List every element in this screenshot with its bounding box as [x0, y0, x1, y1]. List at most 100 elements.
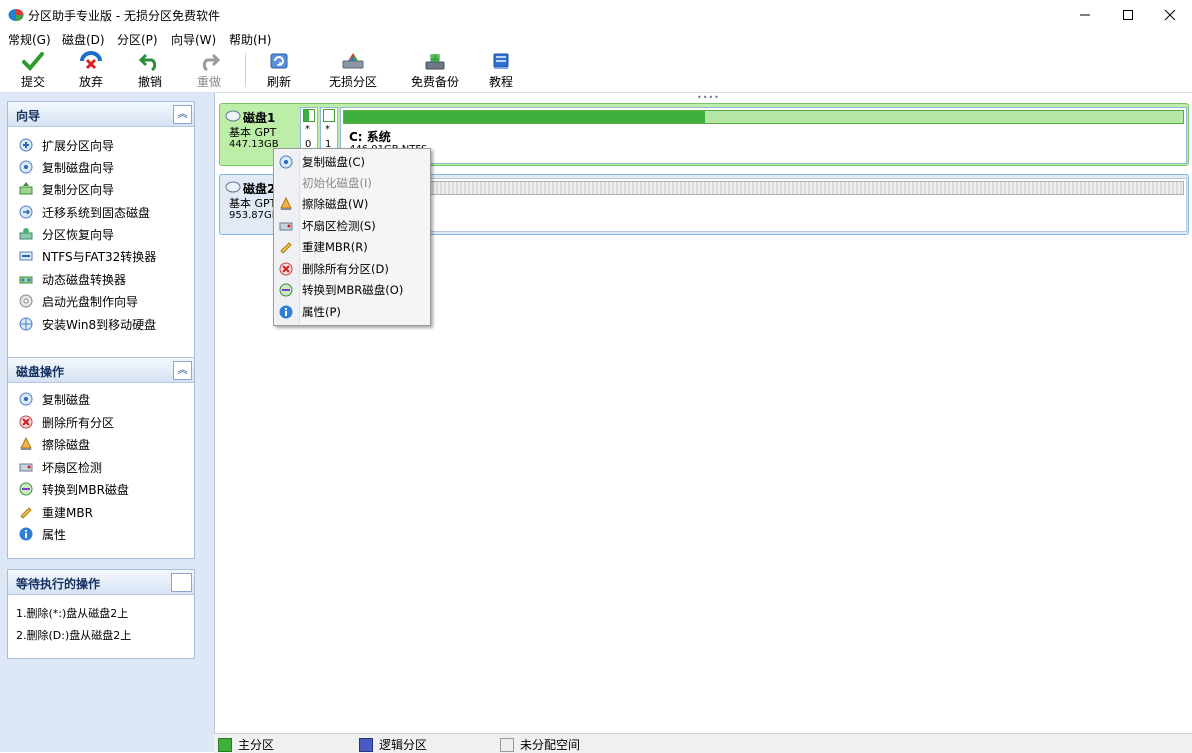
disk2-type: 基本 GPT	[229, 195, 276, 211]
splitter-handle[interactable]: ••••	[697, 93, 720, 102]
minimize-button[interactable]	[1062, 0, 1108, 30]
ctx-properties[interactable]: 属性(P)	[275, 301, 427, 322]
submit-button[interactable]: 提交	[18, 50, 48, 90]
refresh-label: 刷新	[267, 73, 291, 90]
wizard-item-migrate-os[interactable]: 迁移系统到固态磁盘	[18, 202, 150, 222]
disk-op-delete-all[interactable]: 删除所有分区	[18, 412, 114, 432]
primary-swatch	[218, 738, 232, 752]
wizard-item-boot-cd[interactable]: 启动光盘制作向导	[18, 291, 138, 311]
window-title: 分区助手专业版 - 无损分区免费软件	[28, 7, 220, 24]
disk-op-bad-sector[interactable]: 坏扇区检测	[18, 457, 102, 477]
disk-ops-collapse-button[interactable]: ︽	[173, 361, 192, 380]
disk-ops-panel-title: 磁盘操作	[16, 363, 64, 380]
menu-general[interactable]: 常规(G)	[8, 31, 51, 48]
menu-partition[interactable]: 分区(P)	[117, 31, 158, 48]
copy-disk-icon	[18, 159, 34, 175]
close-button[interactable]	[1147, 0, 1192, 30]
wizard-item-partition-recovery[interactable]: 分区恢复向导	[18, 224, 114, 244]
convert-mbr-icon	[278, 282, 294, 298]
menu-disk[interactable]: 磁盘(D)	[62, 31, 105, 48]
disk2-unallocated-area[interactable]	[300, 178, 1187, 232]
info-icon	[18, 526, 34, 542]
wizard-panel-title: 向导	[16, 107, 40, 124]
ctx-delete-all[interactable]: 删除所有分区(D)	[275, 258, 427, 279]
refresh-icon	[267, 50, 291, 71]
partition-usage-bar	[323, 109, 335, 122]
wizard-item-label: 安装Win8到移动硬盘	[42, 316, 156, 333]
wizard-item-copy-partition[interactable]: 复制分区向导	[18, 179, 114, 199]
legend-primary-label: 主分区	[238, 736, 274, 753]
disk-op-convert-mbr[interactable]: 转换到MBR磁盘	[18, 479, 129, 499]
partition-letter: *	[325, 124, 330, 135]
wizard-item-label: 扩展分区向导	[42, 137, 114, 154]
redo-button[interactable]: 重做	[194, 50, 224, 90]
wipe-disk-icon	[278, 196, 294, 212]
delete-all-partitions-icon	[278, 261, 294, 277]
discard-label: 放弃	[79, 73, 103, 90]
app-logo-icon	[8, 8, 24, 22]
disk-op-copy-disk[interactable]: 复制磁盘	[18, 389, 90, 409]
wizard-item-extend-partition[interactable]: 扩展分区向导	[18, 135, 114, 155]
legend-unallocated: 未分配空间	[500, 736, 580, 753]
disk1-type: 基本 GPT	[229, 124, 276, 140]
wizard-item-ntfs-fat32[interactable]: NTFS与FAT32转换器	[18, 246, 156, 266]
ctx-copy-disk[interactable]: 复制磁盘(C)	[275, 151, 427, 172]
partition-c-usage-bar	[343, 110, 1184, 124]
rebuild-mbr-icon	[18, 504, 34, 520]
tutorial-button[interactable]: 教程	[486, 50, 516, 90]
copy-disk-icon	[278, 154, 294, 170]
free-backup-button[interactable]: 免费备份	[409, 50, 461, 90]
check-icon	[21, 50, 45, 71]
ctx-item-label: 坏扇区检测(S)	[302, 218, 376, 234]
ctx-item-label: 复制磁盘(C)	[302, 154, 365, 170]
wizard-item-win8-to-go[interactable]: 安装Win8到移动硬盘	[18, 314, 156, 334]
undo-button[interactable]: 撤销	[135, 50, 165, 90]
refresh-button[interactable]: 刷新	[264, 50, 294, 90]
wizard-collapse-button[interactable]: ︽	[173, 105, 192, 124]
ctx-bad-sector[interactable]: 坏扇区检测(S)	[275, 215, 427, 236]
free-backup-label: 免费备份	[411, 73, 459, 90]
submit-label: 提交	[21, 73, 45, 90]
disk-ops-panel-header: 磁盘操作 ︽	[8, 358, 194, 383]
wizard-item-copy-disk[interactable]: 复制磁盘向导	[18, 157, 114, 177]
ctx-item-label: 删除所有分区(D)	[302, 261, 389, 277]
ctx-rebuild-mbr[interactable]: 重建MBR(R)	[275, 236, 427, 257]
discard-button[interactable]: 放弃	[76, 50, 106, 90]
menu-help[interactable]: 帮助(H)	[229, 31, 271, 48]
disk-op-label: 转换到MBR磁盘	[42, 481, 129, 498]
maximize-button[interactable]	[1105, 0, 1151, 30]
ctx-item-label: 重建MBR(R)	[302, 239, 368, 255]
disk-op-label: 属性	[42, 526, 66, 543]
redo-icon	[197, 50, 221, 71]
ctx-wipe-disk[interactable]: 擦除磁盘(W)	[275, 193, 427, 214]
wizard-panel: 向导 ︽ 扩展分区向导 复制磁盘向导 复制分区向导 迁移系统到固态磁盘 分区恢复…	[7, 101, 195, 359]
discard-icon	[79, 50, 103, 71]
ntfs-fat32-icon	[18, 248, 34, 264]
pending-collapse-button[interactable]	[171, 573, 192, 592]
ctx-convert-mbr[interactable]: 转换到MBR磁盘(O)	[275, 279, 427, 300]
convert-mbr-icon	[18, 481, 34, 497]
delete-all-partitions-icon	[18, 414, 34, 430]
wizard-item-label: 分区恢复向导	[42, 226, 114, 243]
lossless-partition-button[interactable]: 无损分区	[327, 50, 379, 90]
legend-unallocated-label: 未分配空间	[520, 736, 580, 753]
context-menu: 复制磁盘(C) 初始化磁盘(I) 擦除磁盘(W) 坏扇区检测(S) 重建MBR(…	[273, 148, 431, 326]
tutorial-icon	[489, 50, 513, 71]
bad-sector-icon	[278, 218, 294, 234]
migrate-os-icon	[18, 204, 34, 220]
disk-icon	[225, 181, 241, 193]
disk-op-rebuild-mbr[interactable]: 重建MBR	[18, 502, 93, 522]
ctx-init-disk[interactable]: 初始化磁盘(I)	[275, 172, 427, 193]
wizard-item-dynamic-disk[interactable]: 动态磁盘转换器	[18, 269, 126, 289]
menu-wizard[interactable]: 向导(W)	[171, 31, 216, 48]
disk1-partition-c[interactable]: C: 系统 446.91GB NTFS	[340, 107, 1187, 164]
redo-label: 重做	[197, 73, 221, 90]
partition-icon	[341, 50, 365, 71]
pending-op-item: 2.删除(D:)盘从磁盘2上	[16, 627, 131, 643]
legend-primary: 主分区	[218, 736, 274, 753]
disk-op-properties[interactable]: 属性	[18, 524, 66, 544]
copy-partition-icon	[18, 181, 34, 197]
disk-op-wipe-disk[interactable]: 擦除磁盘	[18, 434, 90, 454]
tutorial-label: 教程	[489, 73, 513, 90]
disk-op-label: 坏扇区检测	[42, 459, 102, 476]
